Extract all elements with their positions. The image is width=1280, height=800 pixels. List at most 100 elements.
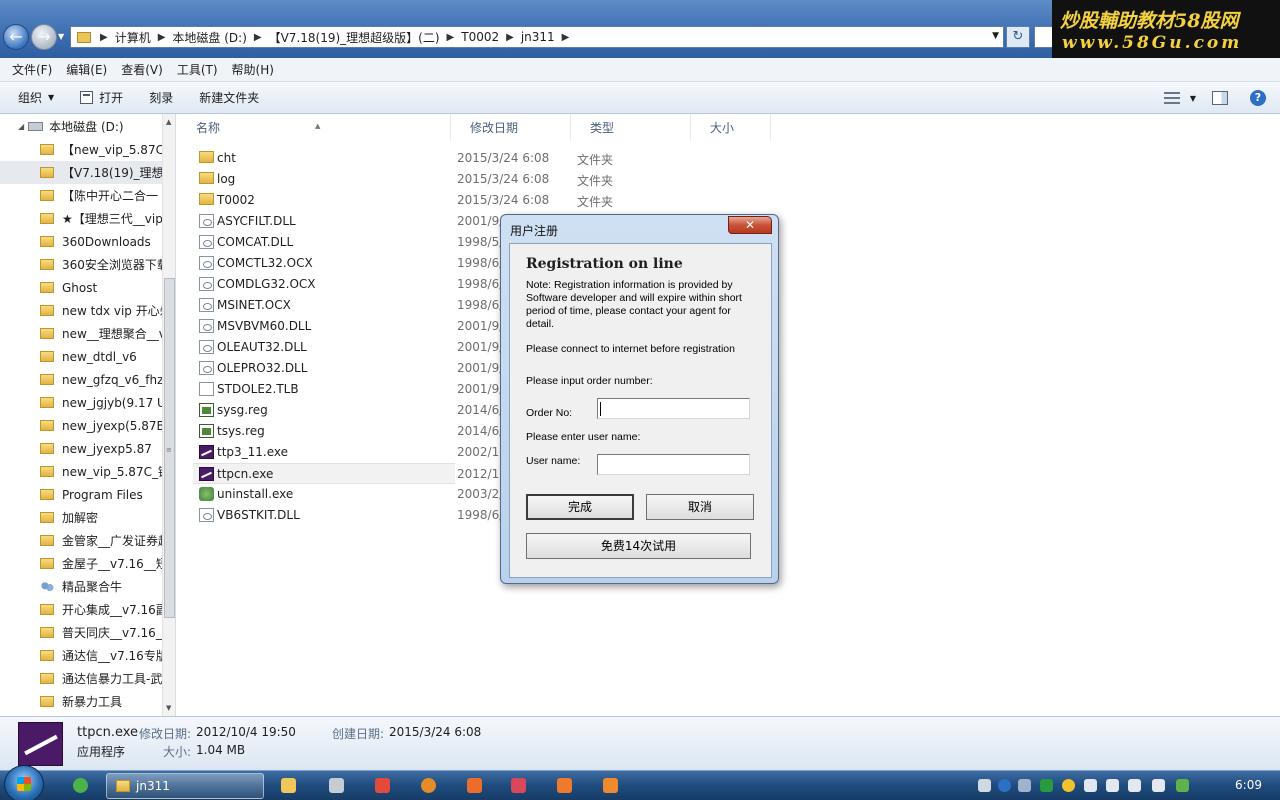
nav-folder-item[interactable]: 【new_vip_5.87C_ [0,138,162,161]
forward-button[interactable]: → [31,24,57,50]
organize-button[interactable]: 组织 ▼ [18,89,54,106]
clock[interactable]: 6:09 [1235,778,1262,792]
nav-scrollbar[interactable]: ▲ ≡ ▼ [162,114,175,716]
cancel-button[interactable]: 取消 [646,494,754,520]
nav-folder-item[interactable]: 通达信暴力工具-武 [0,667,162,690]
taskbar-app-tool1[interactable] [454,774,494,798]
chevron-right-icon[interactable]: ▶ [155,32,169,43]
taskbar-app-tool4[interactable] [590,774,630,798]
column-header-type[interactable]: 类型 [571,114,691,140]
finish-button[interactable]: 完成 [526,494,634,520]
recent-pages-dropdown[interactable]: ▼ [58,32,64,41]
input-method-icon[interactable] [1018,779,1031,792]
column-header-size[interactable]: 大小 [691,114,771,140]
nav-item-drive[interactable]: ◢ 本地磁盘 (D:) [0,115,162,138]
view-options-icon[interactable] [1163,92,1180,104]
column-header-name[interactable]: ▲ 名称 [177,114,451,140]
taskbar-app-paint[interactable] [362,774,402,798]
user-name-input[interactable] [597,454,750,475]
speaker-muted-icon[interactable] [1128,779,1141,792]
start-button[interactable] [4,765,44,800]
back-button[interactable]: ← [3,24,29,50]
preview-pane-icon[interactable] [1212,91,1228,105]
nav-folder-item[interactable]: 【V7.18(19)_理想超 [0,161,162,184]
taskbar-window-explorer[interactable]: jn311 [106,773,264,799]
refresh-button[interactable]: ↻ [1006,26,1030,48]
taskbar-app-media[interactable] [268,774,308,798]
menu-file[interactable]: 文件(F) [12,61,52,78]
file-date: 2001/9/ [457,214,504,228]
menu-edit[interactable]: 编辑(E) [66,61,107,78]
device-icon[interactable] [1084,779,1097,792]
expand-arrow-icon[interactable]: ◢ [18,122,24,131]
nav-folder-item[interactable]: 新暴力工具 [0,690,162,713]
chevron-right-icon[interactable]: ▶ [503,32,517,43]
file-row[interactable]: log 2015/3/24 6:08 文件夹 [193,169,1263,190]
menu-view[interactable]: 查看(V) [121,61,163,78]
nav-folder-item[interactable]: 360安全浏览器下载 [0,253,162,276]
breadcrumb-computer[interactable]: 计算机 [111,29,155,46]
file-row[interactable]: T0002 2015/3/24 6:08 文件夹 [193,190,1263,211]
scroll-up-icon[interactable]: ▲ [166,118,171,126]
shield-plus-icon[interactable] [1062,779,1075,792]
antivirus-icon[interactable] [1176,779,1189,792]
chevron-right-icon[interactable]: ▶ [559,32,573,43]
order-number-input[interactable] [597,398,750,419]
nav-folder-item[interactable]: 精品聚合牛 [0,575,162,598]
breadcrumb-folder[interactable]: 【V7.18(19)_理想超级版】(二) [265,29,444,46]
nav-folder-item[interactable]: Program Files [0,483,162,506]
volume-icon[interactable] [1106,779,1119,792]
chevron-right-icon[interactable]: ▶ [251,32,265,43]
taskbar-app-computer[interactable] [316,774,356,798]
nav-folder-item[interactable]: new tdx vip 开心剁 [0,299,162,322]
file-row[interactable]: cht 2015/3/24 6:08 文件夹 [193,148,1263,169]
help-icon[interactable]: ? [1250,90,1266,106]
nav-folder-item[interactable]: 开心集成__v7.16副 [0,598,162,621]
detail-filename: ttpcn.exe [77,725,139,740]
nav-folder-item[interactable]: new_gfzq_v6_fhzx [0,368,162,391]
nav-folder-item[interactable]: Ghost [0,276,162,299]
file-row[interactable]: ttpcn.exe 2012/10 [193,463,507,484]
help-icon[interactable] [998,779,1011,792]
nav-folder-item[interactable]: ★【理想三代__vip [0,207,162,230]
menu-help[interactable]: 帮助(H) [232,61,274,78]
nav-folder-item[interactable]: new_jyexp5.87 [0,437,162,460]
chevron-right-icon[interactable]: ▶ [444,32,458,43]
nav-folder-item[interactable]: new_vip_5.87C_键 [0,460,162,483]
open-button[interactable]: 打开 [80,89,123,106]
chevron-right-icon[interactable]: ▶ [97,32,111,43]
taskbar-app-firefox[interactable] [408,774,448,798]
taskbar-app-360[interactable] [60,774,100,798]
nav-folder-item[interactable]: 【陈中开心二合一 [0,184,162,207]
breadcrumb-current[interactable]: jn311 [517,30,559,44]
browser-icon [73,778,88,793]
new-folder-button[interactable]: 新建文件夹 [199,89,259,106]
nav-folder-item[interactable]: 加解密 [0,506,162,529]
scroll-down-icon[interactable]: ▼ [166,704,171,712]
nav-folder-item[interactable]: 金屋子__v7.16__短 [0,552,162,575]
chevron-down-icon[interactable]: ▼ [1190,94,1196,103]
address-dropdown-icon[interactable]: ▼ [992,31,999,41]
breadcrumb-t0002[interactable]: T0002 [457,30,503,44]
breadcrumb-drive[interactable]: 本地磁盘 (D:) [168,29,250,46]
nav-folder-item[interactable]: 普天同庆__v7.16_ [0,621,162,644]
free-trial-button[interactable]: 免费14次试用 [526,533,751,559]
registration-dialog: 用户注册 ✕ Registration on line Note: Regist… [500,214,779,584]
nav-folder-item[interactable]: 金管家__广发证券超 [0,529,162,552]
nav-folder-item[interactable]: new__理想聚合__v [0,322,162,345]
nav-folder-item[interactable]: new_jgjyb(9.17 U [0,391,162,414]
close-button[interactable]: ✕ [728,216,772,234]
burn-button[interactable]: 刻录 [149,89,173,106]
menu-tools[interactable]: 工具(T) [177,61,218,78]
keyboard-icon[interactable] [978,779,991,792]
column-header-date[interactable]: 修改日期 [451,114,571,140]
nav-folder-item[interactable]: new_jyexp(5.87B) [0,414,162,437]
address-bar[interactable]: ▶ 计算机 ▶ 本地磁盘 (D:) ▶ 【V7.18(19)_理想超级版】(二)… [70,26,1004,48]
security-icon[interactable] [1040,779,1053,792]
taskbar-app-tool3[interactable] [544,774,584,798]
nav-folder-item[interactable]: 通达信__v7.16专版 [0,644,162,667]
network-icon[interactable] [1152,779,1165,792]
nav-folder-item[interactable]: new_dtdl_v6 [0,345,162,368]
nav-folder-item[interactable]: 360Downloads [0,230,162,253]
taskbar-app-tool2[interactable] [498,774,538,798]
